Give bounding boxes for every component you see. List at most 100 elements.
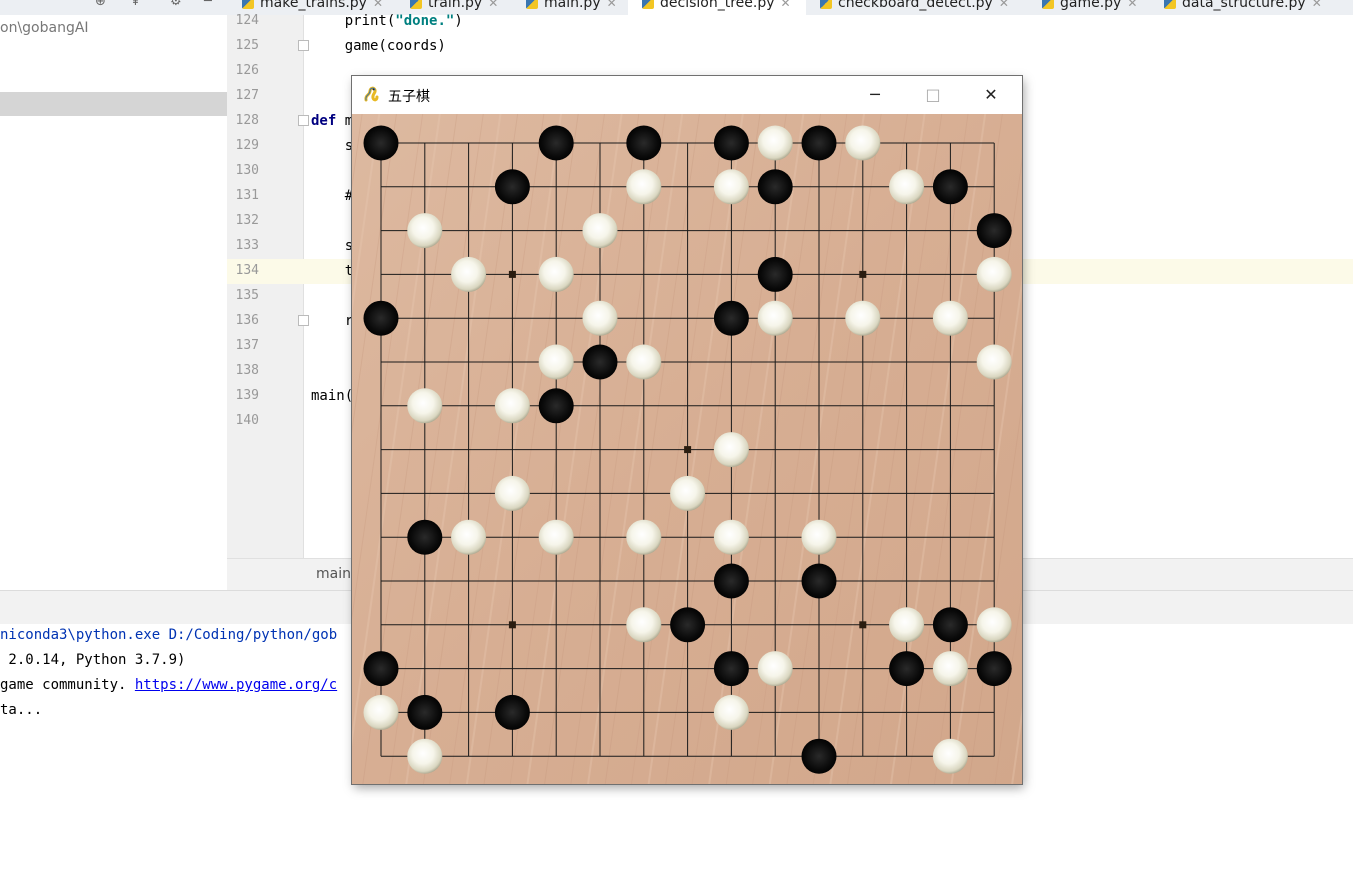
black-stone	[363, 125, 399, 161]
close-tab-icon[interactable]: ✕	[373, 0, 383, 10]
tab-main[interactable]: main.py ✕	[526, 0, 617, 15]
black-stone	[976, 651, 1012, 687]
gear-icon[interactable]: ⚙	[170, 0, 182, 9]
gobang-board[interactable]	[352, 114, 1022, 784]
minimize-icon: ─	[870, 85, 880, 104]
console-line: 2.0.14, Python 3.7.9)	[0, 652, 186, 668]
python-file-icon	[242, 0, 254, 9]
tab-decision-tree[interactable]: decision_tree.py ✕	[628, 0, 806, 15]
white-stone	[757, 300, 793, 336]
white-stone	[976, 344, 1012, 380]
white-stone	[845, 125, 881, 161]
python-file-icon	[820, 0, 832, 9]
close-tab-icon[interactable]: ✕	[999, 0, 1009, 10]
close-button[interactable]: ✕	[962, 76, 1020, 114]
code-line[interactable]: print("done.")	[311, 13, 463, 29]
console-link[interactable]: https://www.pygame.org/c	[135, 677, 337, 693]
fold-marker-icon[interactable]	[298, 40, 309, 51]
code-line[interactable]: main(	[311, 388, 353, 404]
fold-marker-icon[interactable]	[298, 315, 309, 326]
breadcrumb-item[interactable]: main	[316, 566, 351, 582]
white-stone	[801, 519, 837, 555]
line-number: 126	[235, 63, 259, 78]
selected-tree-row[interactable]	[0, 92, 227, 116]
minimize-panel-icon[interactable]: ─	[204, 0, 212, 9]
black-stone	[407, 694, 443, 730]
white-stone	[363, 694, 399, 730]
white-stone	[626, 607, 662, 643]
line-number: 136	[235, 313, 259, 328]
white-stone	[976, 256, 1012, 292]
close-tab-icon[interactable]: ✕	[781, 0, 791, 10]
line-number: 124	[235, 13, 259, 28]
close-tab-icon[interactable]: ✕	[488, 0, 498, 10]
code-line[interactable]: s	[311, 238, 353, 254]
maximize-icon: □	[925, 85, 941, 104]
line-number: 128	[235, 113, 259, 128]
code-line[interactable]: def m	[311, 113, 353, 129]
white-stone	[757, 651, 793, 687]
black-stone	[494, 694, 530, 730]
white-stone	[713, 169, 749, 205]
python-file-icon	[642, 0, 654, 9]
code-line[interactable]: #	[311, 188, 353, 204]
white-stone	[932, 738, 968, 774]
star-point	[859, 621, 867, 629]
white-stone	[494, 475, 530, 511]
black-stone	[801, 563, 837, 599]
line-number: 125	[235, 38, 259, 53]
maximize-button[interactable]: □	[904, 76, 962, 114]
line-number: 139	[235, 388, 259, 403]
python-file-icon	[526, 0, 538, 9]
code-line[interactable]: r	[311, 313, 353, 329]
line-number: 135	[235, 288, 259, 303]
white-stone	[845, 300, 881, 336]
pygame-snake-icon	[364, 86, 379, 102]
code-line[interactable]: s	[311, 138, 353, 154]
window-title-bar[interactable]: 五子棋 ─ □ ✕	[352, 76, 1022, 114]
line-number: 137	[235, 338, 259, 353]
white-stone	[626, 519, 662, 555]
fold-marker-icon[interactable]	[298, 115, 309, 126]
close-tab-icon[interactable]: ✕	[1127, 0, 1137, 10]
console-line: ta...	[0, 702, 43, 718]
white-stone	[582, 300, 618, 336]
globe-icon[interactable]: ⊕	[95, 0, 106, 9]
project-path[interactable]: on\gobangAI	[0, 20, 89, 36]
white-stone	[713, 694, 749, 730]
white-stone	[407, 738, 443, 774]
white-stone	[670, 475, 706, 511]
black-stone	[713, 300, 749, 336]
white-stone	[494, 388, 530, 424]
white-stone	[451, 256, 487, 292]
white-stone	[538, 344, 574, 380]
collapse-icon[interactable]: ⇞	[130, 0, 141, 9]
minimize-button[interactable]: ─	[846, 76, 904, 114]
black-stone	[976, 213, 1012, 249]
white-stone	[538, 519, 574, 555]
editor-tab-bar: ⊕ ⇞ ⚙ ─ make_trains.py ✕ train.py ✕ main.p…	[0, 0, 1353, 15]
tab-game[interactable]: game.py ✕	[1042, 0, 1137, 15]
black-stone	[582, 344, 618, 380]
console-line: game community. https://www.pygame.org/c	[0, 677, 337, 693]
window-title: 五子棋	[388, 89, 430, 105]
black-stone	[626, 125, 662, 161]
black-stone	[538, 388, 574, 424]
code-line[interactable]: game(coords)	[311, 38, 446, 54]
black-stone	[889, 651, 925, 687]
line-number: 134	[235, 263, 259, 278]
black-stone	[713, 125, 749, 161]
black-stone	[713, 563, 749, 599]
close-tab-icon[interactable]: ✕	[607, 0, 617, 10]
black-stone	[801, 738, 837, 774]
black-stone	[363, 651, 399, 687]
tab-data-structure[interactable]: data_structure.py ✕	[1164, 0, 1322, 15]
line-number: 133	[235, 238, 259, 253]
code-line[interactable]: t	[311, 263, 353, 279]
close-icon: ✕	[984, 85, 998, 104]
console-text: game community.	[0, 677, 135, 693]
tab-checkboard-detect[interactable]: checkboard_detect.py ✕	[820, 0, 1009, 15]
close-tab-icon[interactable]: ✕	[1312, 0, 1322, 10]
line-number: 138	[235, 363, 259, 378]
project-tree: on\gobangAI	[0, 15, 227, 590]
